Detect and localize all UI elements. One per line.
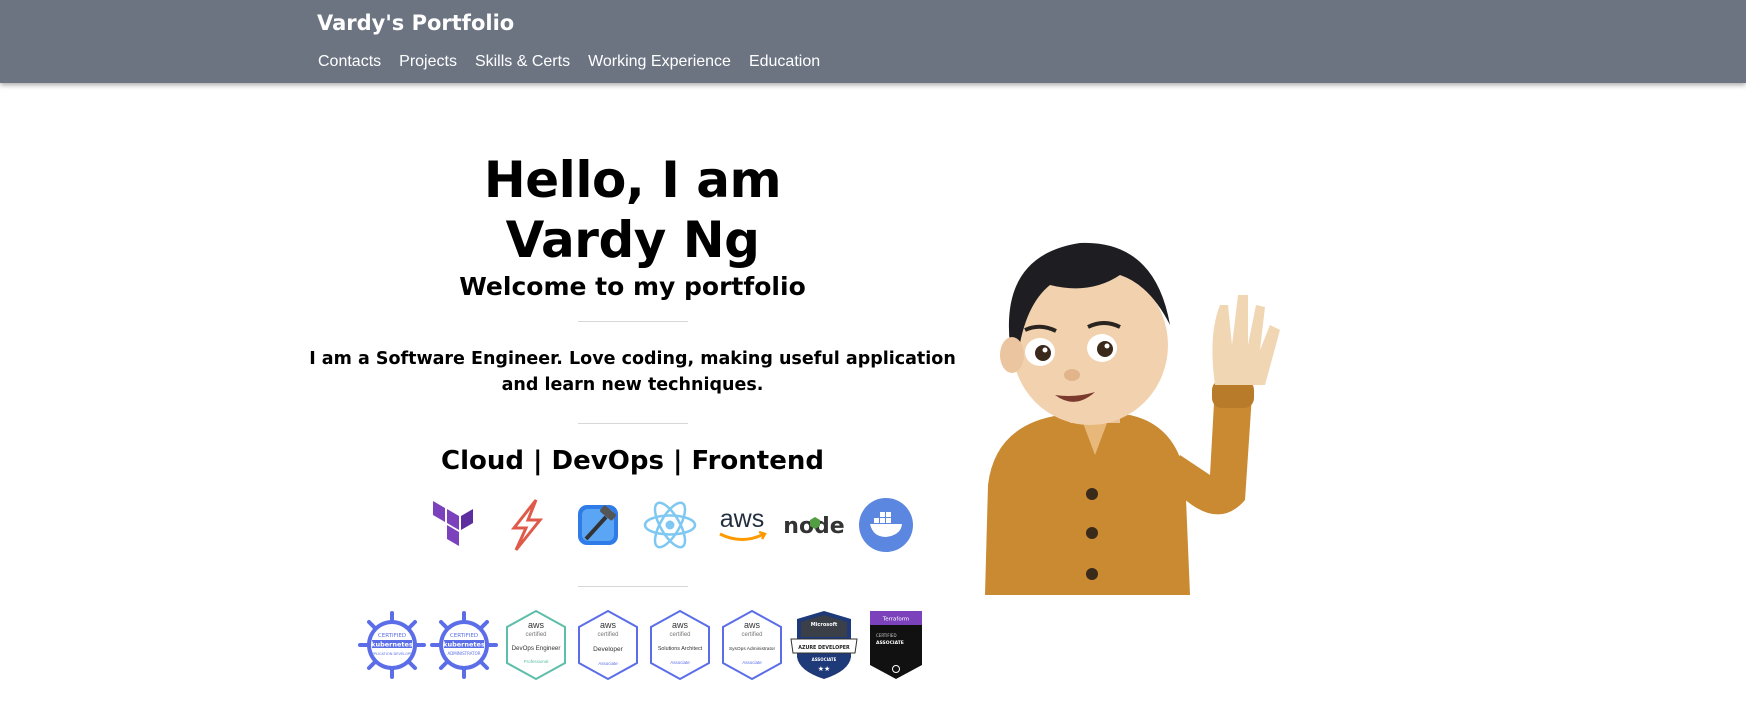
ckad-badge-text3: APPLICATION DEVELOPER — [369, 652, 415, 656]
nav-link-skills-certs[interactable]: Skills & Certs — [475, 53, 570, 71]
nav-link-working-experience[interactable]: Working Experience — [588, 53, 731, 71]
tech-icons-row: aws node — [418, 497, 922, 553]
developer-badge-text3: Developer — [593, 646, 623, 653]
cka-badge-text1: CERTIFIED — [450, 633, 478, 639]
developer-badge-text1: aws — [600, 620, 617, 630]
nav-link-projects[interactable]: Projects — [399, 53, 457, 71]
sa-badge-text1: aws — [672, 620, 689, 630]
sysops-badge-text2: certified — [741, 632, 762, 638]
sysops-badge-text3: SysOps Administrator — [729, 646, 776, 652]
intro-text: I am a Software Engineer. Love coding, m… — [309, 349, 956, 395]
developer-badge-text2: certified — [597, 632, 618, 638]
cert-badges-row: CERTIFIED kubernetes APPLICATION DEVELOP… — [356, 608, 932, 682]
ckad-badge-text1: CERTIFIED — [378, 633, 406, 639]
hero-title: Hello, I am Vardy Ng — [295, 150, 970, 270]
ckad-badge-text2: kubernetes — [371, 641, 413, 649]
hero-title-line1: Hello, I am — [483, 151, 782, 209]
docker-icon — [850, 497, 922, 553]
aws-solutions-architect-badge: aws certified Solutions Architect Associ… — [644, 608, 716, 682]
hero-title-line2: Vardy Ng — [505, 211, 760, 269]
brand-link[interactable]: Vardy's Portfolio — [317, 11, 514, 35]
devops-badge-text3: DevOps Engineer — [512, 645, 561, 652]
nav-link-contacts[interactable]: Contacts — [318, 53, 381, 71]
aws-sysops-badge: aws certified SysOps Administrator Assoc… — [716, 608, 788, 682]
developer-badge-text4: Associate — [598, 661, 618, 666]
aws-developer-badge: aws certified Developer Associate — [572, 608, 644, 682]
cka-badge-text3: ADMINISTRATOR — [447, 651, 480, 656]
hero-section: Hello, I am Vardy Ng Welcome to my portf… — [295, 150, 970, 476]
sa-badge-text4: Associate — [670, 660, 690, 665]
cka-badge-text2: kubernetes — [443, 641, 485, 649]
divider — [577, 423, 688, 424]
azure-developer-badge: Microsoft AZURE DEVELOPER ASSOCIATE ★★ — [788, 608, 860, 682]
xcode-icon — [562, 497, 634, 553]
terraform-associate-badge: Terraform CERTIFIED ASSOCIATE — [860, 608, 932, 682]
nav-links: Contacts Projects Skills & Certs Working… — [318, 53, 820, 71]
terraform-badge-text2: CERTIFIED — [876, 633, 897, 638]
divider — [577, 321, 688, 322]
terraform-icon — [418, 497, 490, 553]
top-navbar: Vardy's Portfolio Contacts Projects Skil… — [0, 0, 1746, 83]
terraform-badge-text3: ASSOCIATE — [876, 640, 904, 646]
nav-link-education[interactable]: Education — [749, 53, 820, 71]
devops-badge-text4: Professional — [524, 659, 549, 664]
memoji-avatar — [970, 235, 1295, 595]
hero-subtitle: Welcome to my portfolio — [459, 272, 806, 301]
kubernetes-cka-badge: CERTIFIED kubernetes ADMINISTRATOR — [428, 608, 500, 682]
sysops-badge-text1: aws — [744, 620, 761, 630]
sa-badge-text3: Solutions Architect — [658, 646, 703, 652]
azure-badge-text3: ASSOCIATE — [812, 657, 837, 662]
aws-icon-text: aws — [720, 505, 764, 533]
aws-icon: aws — [706, 497, 778, 553]
svg-text:★★: ★★ — [818, 665, 831, 673]
react-icon — [634, 497, 706, 553]
swift-icon — [490, 497, 562, 553]
terraform-badge-text1: Terraform — [882, 617, 909, 623]
aws-devops-badge: aws certified DevOps Engineer Profession… — [500, 608, 572, 682]
devops-badge-text1: aws — [528, 620, 545, 630]
azure-badge-text1: Microsoft — [811, 622, 838, 628]
sysops-badge-text4: Associate — [742, 660, 762, 665]
divider — [578, 586, 688, 587]
devops-badge-text2: certified — [525, 632, 546, 638]
nodejs-icon: node — [778, 497, 850, 553]
azure-badge-text2: AZURE DEVELOPER — [798, 645, 850, 651]
stack-title: Cloud | DevOps | Frontend — [440, 446, 824, 476]
sa-badge-text2: certified — [669, 632, 690, 638]
kubernetes-ckad-badge: CERTIFIED kubernetes APPLICATION DEVELOP… — [356, 608, 428, 682]
